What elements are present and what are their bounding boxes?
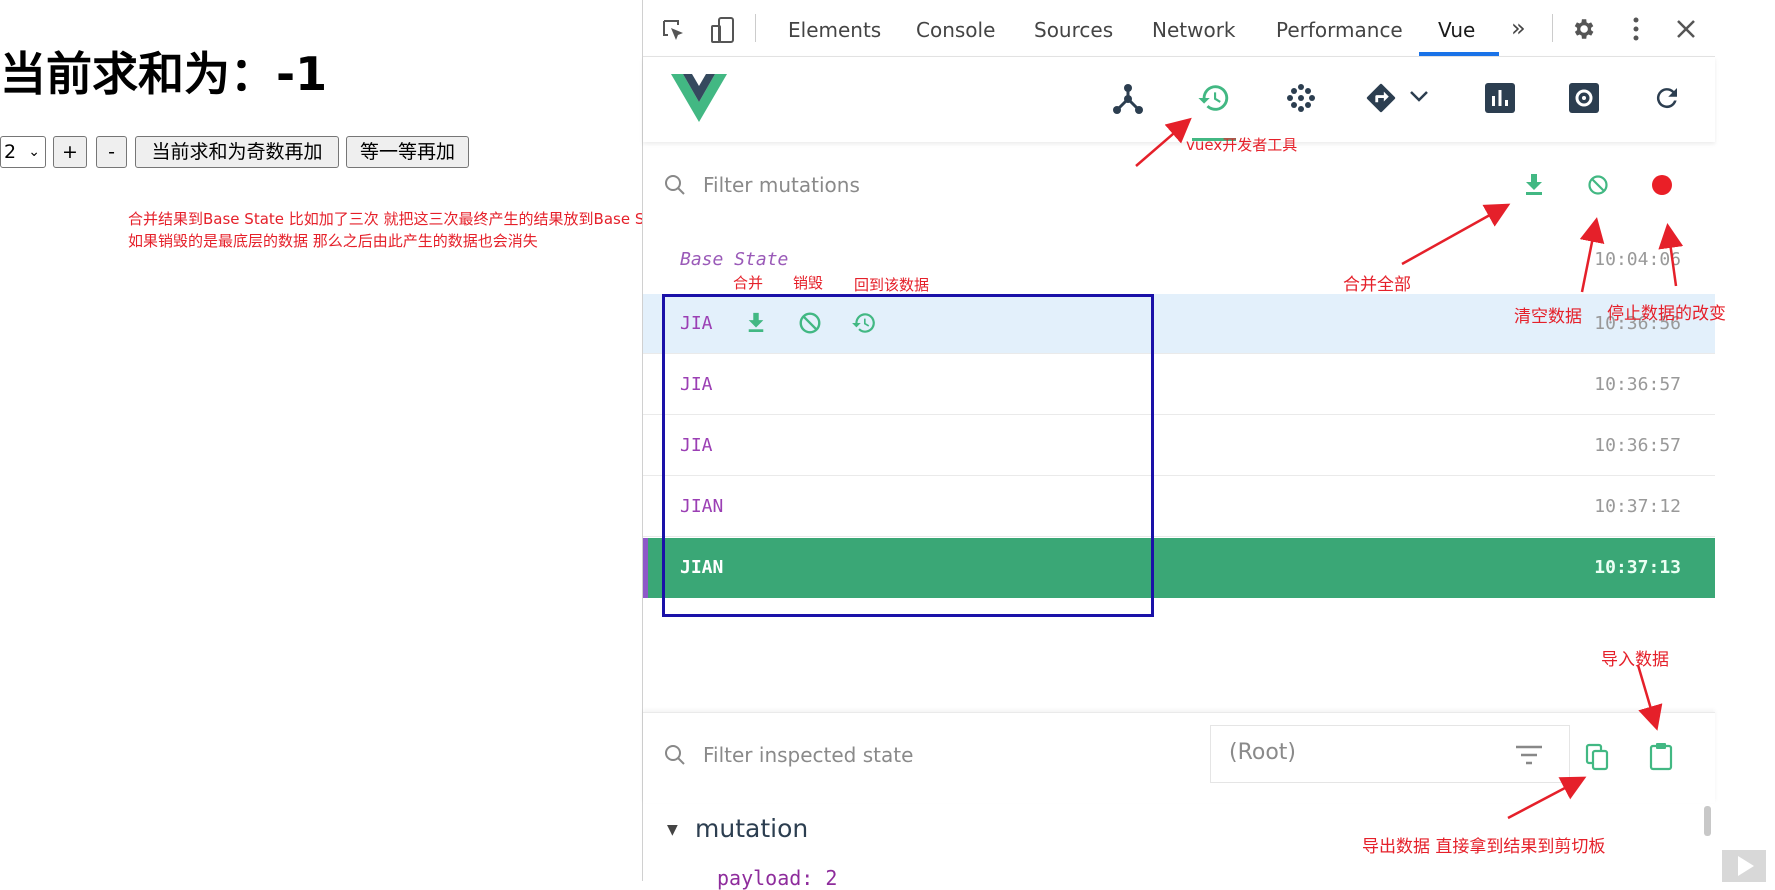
- arrow-clear: [1579, 217, 1605, 293]
- arrow-import: [1636, 664, 1663, 731]
- arrow-stop: [1658, 223, 1684, 287]
- arrow-export: [1507, 776, 1587, 820]
- arrow-commit-all: [1401, 203, 1511, 266]
- arrow-vuex-tools: [1135, 117, 1192, 167]
- play-icon[interactable]: [1716, 846, 1772, 886]
- annotation-arrows: [1135, 117, 1684, 820]
